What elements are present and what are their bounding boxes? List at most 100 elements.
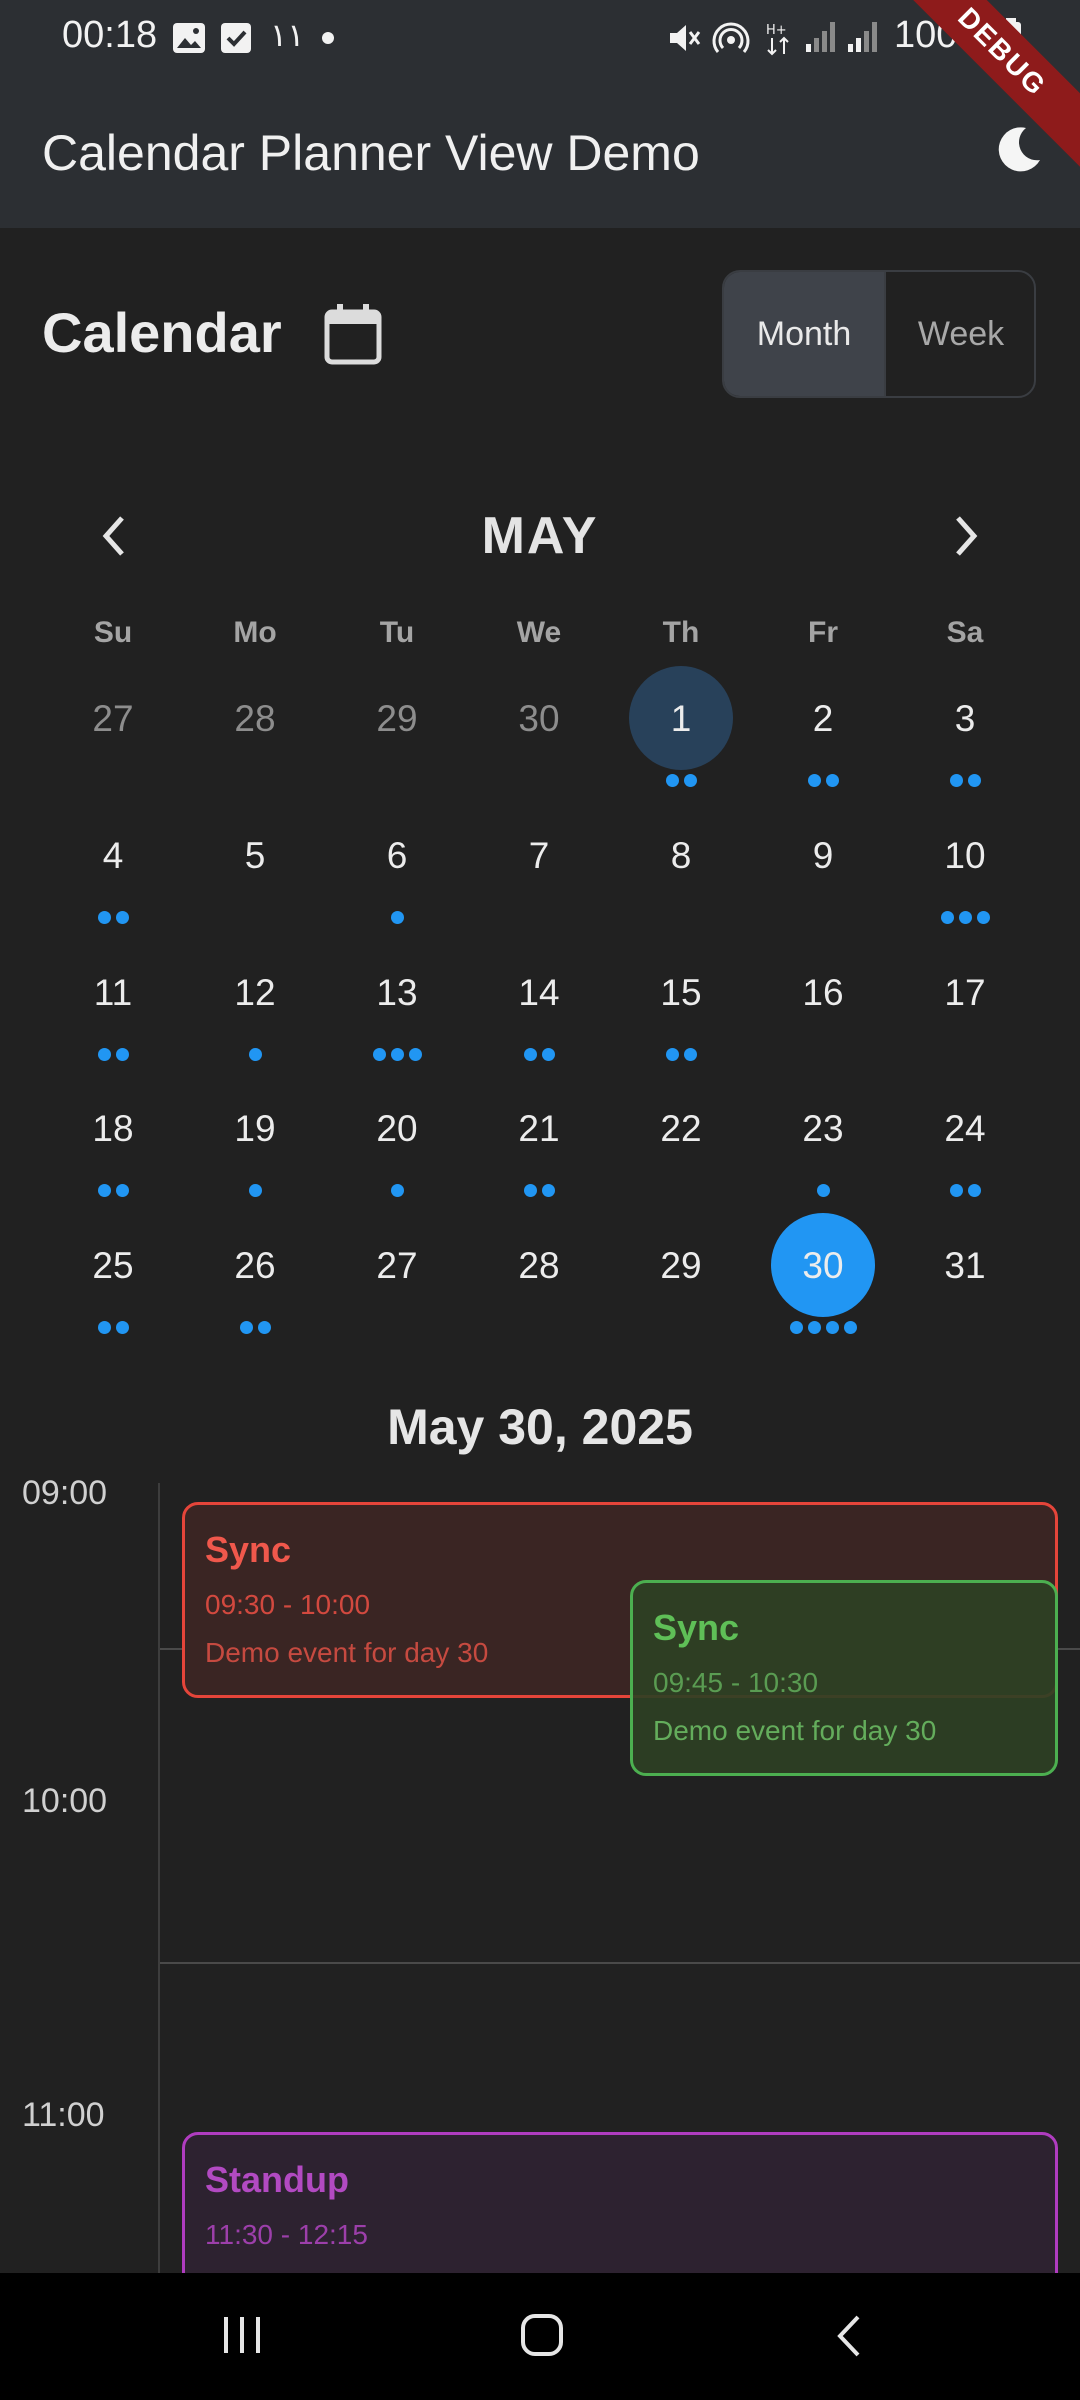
event-indicator-dots [894,774,1036,788]
weekday-label: We [516,616,562,649]
day-cell[interactable]: 28 [468,1245,610,1287]
day-cell[interactable]: 11 [42,972,184,1014]
weekday-label: Mo [233,616,277,649]
event-dot [97,1321,111,1334]
hour-label: 11:00 [22,2096,105,2134]
day-cell[interactable]: 28 [184,698,326,740]
event-dot [97,1048,111,1061]
event-indicator-dots [610,774,752,788]
day-cell[interactable]: 30 [752,1245,894,1287]
event-description: Demo event for day 30 [653,1715,937,1746]
day-cell[interactable]: 2 [752,698,894,740]
event-indicator-dots [326,1184,468,1198]
event-dot [958,911,972,924]
moon-icon[interactable] [990,122,1050,182]
day-cell[interactable]: 29 [326,698,468,740]
recents-icon[interactable] [220,2313,264,2362]
day-cell[interactable]: 16 [752,972,894,1014]
month-view-button[interactable]: Month [724,272,886,396]
chevron-right-icon[interactable] [948,512,984,565]
gallery-icon [172,22,206,59]
event-dot [789,1321,803,1334]
day-cell[interactable]: 30 [468,698,610,740]
calendar-icon[interactable] [322,302,384,371]
hour-label: 09:00 [22,1480,108,1512]
event-title: Sync [205,1529,292,1570]
day-cell[interactable]: 8 [610,835,752,877]
day-cell[interactable]: 24 [894,1108,1036,1150]
day-cell[interactable]: 4 [42,835,184,877]
status-time: 00:18 [62,14,158,56]
event-dot [541,1048,555,1061]
event-time: 11:30 - 12:15 [205,2219,368,2250]
day-cell[interactable]: 13 [326,972,468,1014]
event-indicator-dots [752,774,894,788]
event-card[interactable]: Sync 09:45 - 10:30 Demo event for day 30 [630,1580,1058,1776]
day-cell[interactable]: 25 [42,1245,184,1287]
day-cell[interactable]: 27 [42,698,184,740]
day-cell[interactable]: 29 [610,1245,752,1287]
event-dot [390,1048,404,1061]
system-nav-bar [0,2273,1080,2400]
signal-strength-icon [804,18,838,59]
event-dot [665,774,679,787]
day-cell[interactable]: 22 [610,1108,752,1150]
event-dot [372,1048,386,1061]
event-dot [541,1184,555,1197]
event-indicator-dots [184,1184,326,1198]
weekday-label: Tu [379,616,415,649]
event-time: 09:45 - 10:30 [653,1667,819,1698]
day-cell[interactable]: 14 [468,972,610,1014]
event-dot [825,1321,839,1334]
day-cell[interactable]: 12 [184,972,326,1014]
week-view-button[interactable]: Week [886,272,1034,396]
event-indicator-dots [752,1184,894,1198]
day-cell[interactable]: 6 [326,835,468,877]
day-cell[interactable]: 18 [42,1108,184,1150]
event-dot [843,1321,857,1334]
event-indicator-dots [894,911,1036,925]
month-title: MAY [481,507,599,565]
view-toggle: Month Week [722,270,1036,398]
event-dot [523,1048,537,1061]
day-cell[interactable]: 27 [326,1245,468,1287]
day-cell[interactable]: 31 [894,1245,1036,1287]
event-dot [390,1184,404,1197]
day-cell[interactable]: 10 [894,835,1036,877]
day-cell[interactable]: 9 [752,835,894,877]
battery-icon [1000,18,1022,63]
day-timeline[interactable]: 09:00 10:00 11:00 Sync 09:30 - 10:00 Dem… [0,1480,1080,2273]
day-cell[interactable]: 3 [894,698,1036,740]
event-indicator-dots [42,1048,184,1062]
event-indicator-dots [894,1184,1036,1198]
event-card[interactable]: Standup 11:30 - 12:15 [182,2132,1058,2273]
data-activity-icon: H+ [766,20,792,61]
weekday-label: Fr [808,616,838,649]
event-indicator-dots [468,1048,610,1062]
day-cell[interactable]: 23 [752,1108,894,1150]
mute-icon [666,20,702,61]
day-cell[interactable]: 21 [468,1108,610,1150]
event-dot [807,1321,821,1334]
day-cell[interactable]: 26 [184,1245,326,1287]
event-indicator-dots [326,1048,468,1062]
event-dot [115,1184,129,1197]
battery-percent: 100% [894,14,992,56]
event-title: Sync [653,1607,740,1648]
day-cell[interactable]: 7 [468,835,610,877]
event-dot [807,774,821,787]
day-cell[interactable]: 1 [610,698,752,740]
day-cell[interactable]: 20 [326,1108,468,1150]
event-dot [949,774,963,787]
event-dot [523,1184,537,1197]
back-icon[interactable] [830,2313,866,2364]
more-notifications-dot [322,32,334,44]
signal-strength-2-icon [846,18,880,59]
home-icon[interactable] [520,2313,564,2362]
event-dot [940,911,954,924]
day-cell[interactable]: 19 [184,1108,326,1150]
day-cell[interactable]: 15 [610,972,752,1014]
day-cell[interactable]: 17 [894,972,1036,1014]
day-cell[interactable]: 5 [184,835,326,877]
calendar-heading: Calendar [42,301,282,364]
